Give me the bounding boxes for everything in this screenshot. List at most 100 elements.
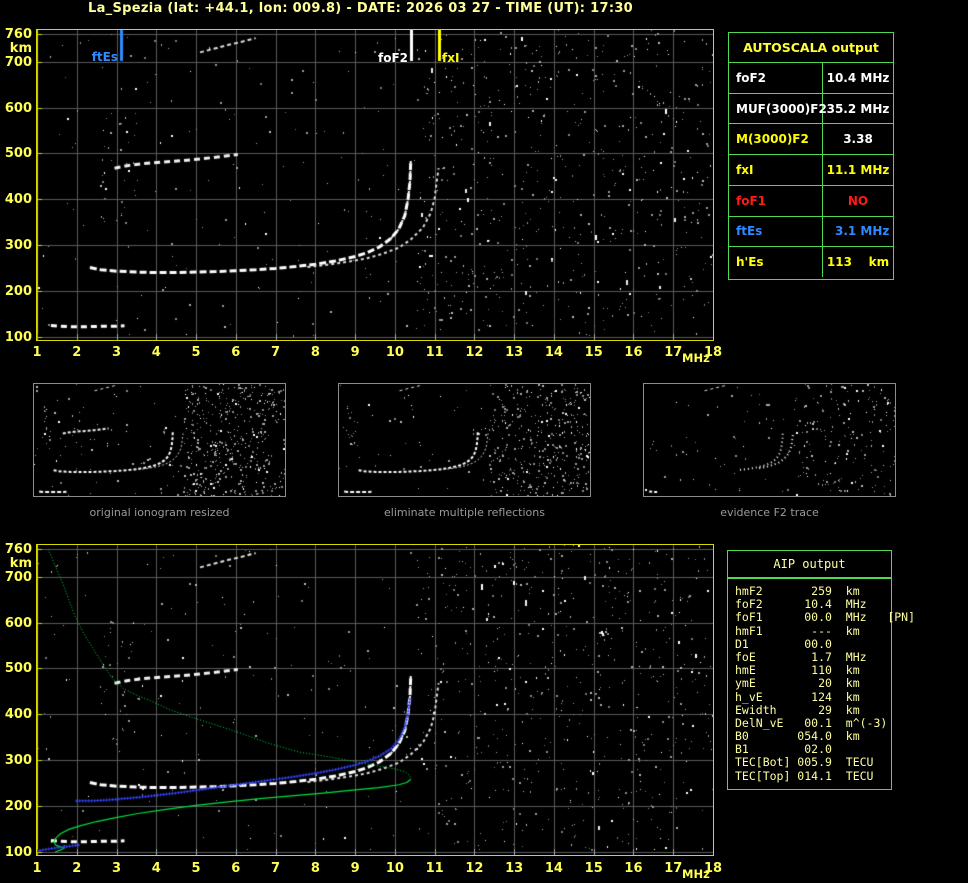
autoscala-row-value: 3.38	[843, 132, 873, 147]
x-tick-label-bottom: 4	[151, 861, 161, 876]
aip-row: h_vE 124 km	[735, 689, 888, 704]
x-tick-label-bottom: 13	[505, 861, 524, 876]
thumbnail-canvas-eliminate	[339, 384, 590, 496]
x-tick-label-top: 9	[350, 345, 360, 360]
autoscala-row-value: 35.2 MHz	[826, 101, 890, 116]
x-tick-label-top: 1	[32, 345, 42, 360]
x-tick-label-top: 12	[465, 345, 484, 360]
autoscala-row-label: foF2	[729, 63, 823, 93]
x-tick-label-bottom: 10	[385, 861, 404, 876]
autoscala-output-table: AUTOSCALA output foF2 10.4 MHz MUF(3000)F2…	[728, 32, 894, 280]
autoscala-row-label: ftEs	[729, 216, 823, 247]
y-tick-label-bottom: 600	[4, 615, 32, 631]
aip-row: D1 00.0	[735, 636, 888, 651]
y-tick-label-top: 600	[4, 100, 32, 116]
fxI-marker-label: fxI	[442, 51, 460, 65]
y-tick-label-bottom: 300	[4, 753, 32, 769]
x-tick-label-top: 6	[231, 345, 241, 360]
x-tick-label-top: 11	[425, 345, 444, 360]
y-tick-label-bottom: 400	[4, 707, 32, 723]
autoscala-row-label: foF1	[729, 185, 823, 216]
thumbnail-canvas-original	[34, 384, 285, 496]
x-tick-label-bottom: 14	[544, 861, 563, 876]
autoscala-row: MUF(3000)F2 35.2 MHz	[729, 93, 893, 125]
x-tick-label-top: 13	[505, 345, 524, 360]
autoscala-table-header: AUTOSCALA output	[729, 33, 893, 63]
y-tick-label-top: 760	[4, 27, 32, 42]
thumbnail-canvas-evidence	[644, 384, 895, 496]
aip-table-header: AIP output	[728, 551, 891, 578]
x-tick-label-top: 4	[151, 345, 161, 360]
autoscala-row-value: 11.1 MHz	[826, 163, 890, 178]
autoscala-row-label: h'Es	[729, 247, 823, 278]
aip-row: Ewidth 29 km	[735, 702, 888, 717]
autoscala-row-label: MUF(3000)F2	[729, 93, 827, 124]
thumbnail-eliminate-reflections	[338, 383, 591, 497]
x-tick-label-bottom: 11	[425, 861, 444, 876]
x-tick-label-top: 14	[544, 345, 563, 360]
aip-output-table: AIP output hmF2 259 km foF2 10.4 MHz foF…	[727, 550, 916, 790]
x-tick-label-bottom: 1	[32, 861, 42, 876]
foF2-marker-label: foF2	[378, 51, 409, 65]
autoscala-row-value: NO	[847, 193, 869, 208]
autoscala-row: h'Es 113 km	[729, 247, 893, 278]
x-tick-label-top: 8	[310, 345, 320, 360]
autoscala-table-rows: foF2 10.4 MHz MUF(3000)F2 35.2 MHz M(3000)F2…	[729, 63, 893, 278]
y-tick-label-bottom: 500	[4, 661, 32, 677]
x-tick-label-top: 10	[385, 345, 404, 360]
y-tick-label-top: 500	[4, 146, 32, 162]
autoscala-row-value: 113 km	[826, 255, 890, 270]
x-tick-label-top: 3	[111, 345, 122, 360]
aip-row: ymE 20 km	[735, 676, 888, 691]
y-tick-label-bottom: 200	[4, 799, 32, 815]
x-tick-label-bottom: 2	[72, 861, 82, 876]
x-tick-label-bottom: 15	[584, 861, 603, 876]
thumbnail-caption-eliminate: eliminate multiple reflections	[384, 506, 545, 519]
y-tick-label-bottom: 700	[4, 569, 32, 585]
y-tick-label-top: 700	[4, 54, 32, 70]
bottom-ionogram-canvas	[37, 545, 713, 855]
thumbnail-caption-evidence: evidence F2 trace	[720, 506, 819, 519]
y-tick-label-top: 300	[4, 238, 32, 254]
thumbnail-original-ionogram	[33, 383, 286, 497]
autoscala-row: foF2 10.4 MHz	[729, 63, 893, 94]
bottom-ionogram-plot	[36, 544, 714, 856]
thumbnail-evidence-f2	[643, 383, 896, 497]
x-tick-label-top: 16	[624, 345, 643, 360]
aip-table-rows: hmF2 259 km foF2 10.4 MHz foF1 00.0 MHz …	[728, 579, 916, 783]
aip-row: DelN_vE 00.1 m^(-3)	[735, 715, 888, 730]
x-tick-label-bottom: 7	[271, 861, 281, 876]
x-tick-label-top: 5	[191, 345, 201, 360]
autoscala-row: ftEs 3.1 MHz	[729, 216, 893, 248]
y-tick-label-top: 100	[4, 330, 32, 346]
x-tick-label-bottom: 12	[465, 861, 484, 876]
y-tick-label-top: 200	[4, 284, 32, 300]
x-tick-label-bottom: 9	[350, 861, 360, 876]
aip-row: foF1 00.0 MHz [PN]	[735, 610, 916, 625]
aip-row: TEC[Top] 014.1 TECU	[735, 768, 888, 783]
x-tick-label-bottom: 5	[191, 861, 201, 876]
y-tick-label-bottom: 100	[4, 845, 32, 861]
x-tick-label-top: 2	[72, 345, 82, 360]
autoscala-row-value: 10.4 MHz	[826, 70, 890, 85]
x-tick-label-bottom: 16	[624, 861, 643, 876]
aip-row: foF2 10.4 MHz	[735, 597, 888, 612]
aip-row: TEC[Bot] 005.9 TECU	[735, 755, 888, 770]
thumbnail-caption-original: original ionogram resized	[89, 506, 230, 519]
aip-row: B1 02.0	[735, 742, 888, 757]
title-bar: La_Spezia (lat: +44.1, lon: 009.8) - DAT…	[88, 1, 634, 16]
x-tick-label-top: 18	[703, 345, 723, 360]
x-tick-label-bottom: 17	[664, 861, 683, 876]
x-tick-label-bottom: 18	[703, 861, 723, 876]
x-tick-label-top: 17	[664, 345, 683, 360]
aip-row: B0 054.0 km	[735, 729, 888, 744]
x-tick-label-bottom: 6	[231, 861, 241, 876]
x-tick-label-bottom: 8	[310, 861, 320, 876]
x-tick-label-top: 7	[271, 345, 281, 360]
y-tick-label-bottom: 760	[4, 542, 32, 557]
autoscala-row: fxI 11.1 MHz	[729, 155, 893, 186]
autoscala-row: foF1 NO	[729, 185, 893, 217]
y-tick-label-top: 400	[4, 192, 32, 208]
autoscala-row-value: 3.1 MHz	[826, 224, 890, 239]
x-tick-label-bottom: 3	[111, 861, 122, 876]
